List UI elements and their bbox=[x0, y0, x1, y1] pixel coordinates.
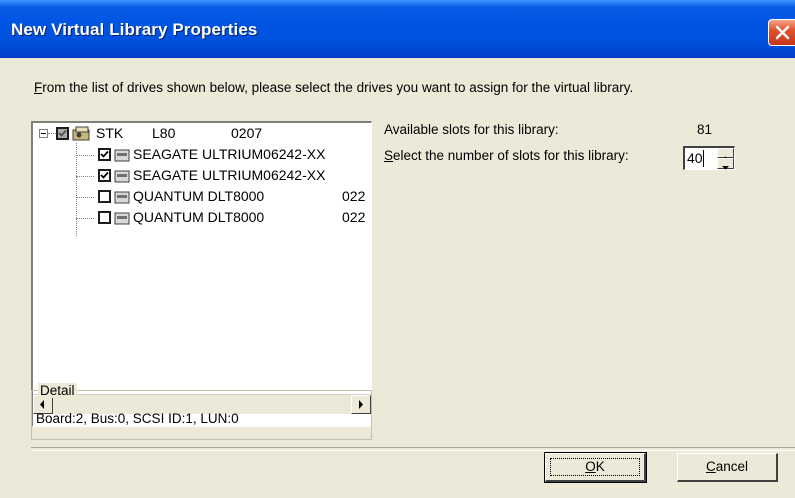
drive-checkbox[interactable] bbox=[98, 148, 111, 161]
drive-tree[interactable]: STK L80 0207 SEAGATE ULTRIUM06242-XX SEA… bbox=[31, 121, 372, 427]
drive-tree-list: STK L80 0207 SEAGATE ULTRIUM06242-XX SEA… bbox=[33, 123, 371, 394]
tape-drive-icon bbox=[114, 191, 130, 204]
tape-drive-icon bbox=[114, 170, 130, 183]
drive-rev: 022 bbox=[342, 209, 366, 225]
available-slots-label: Available slots for this library: bbox=[384, 122, 559, 137]
cancel-accel: C bbox=[705, 459, 716, 474]
instructions-text: From the list of drives shown below, ple… bbox=[34, 80, 633, 95]
window-title: New Virtual Library Properties bbox=[11, 20, 258, 39]
library-icon bbox=[72, 126, 90, 141]
separator bbox=[31, 447, 795, 451]
tree-node-drive[interactable]: SEAGATE ULTRIUM06242-XX bbox=[33, 165, 371, 186]
select-slots-label: Select the number of slots for this libr… bbox=[384, 148, 629, 163]
check-icon bbox=[100, 150, 109, 158]
drive-label: QUANTUM DLT8000 bbox=[133, 209, 265, 225]
arrow-down-icon bbox=[722, 166, 729, 170]
slots-spinner[interactable]: 40 bbox=[683, 146, 735, 170]
drive-checkbox[interactable] bbox=[98, 190, 111, 203]
library-rev: 0207 bbox=[231, 125, 263, 141]
library-model: L80 bbox=[152, 125, 176, 141]
instructions-rest: rom the list of drives shown below, plea… bbox=[42, 80, 634, 95]
drive-label: QUANTUM DLT8000 bbox=[133, 188, 265, 204]
text-caret bbox=[703, 150, 704, 167]
library-name: STK bbox=[96, 125, 124, 141]
drive-label: SEAGATE ULTRIUM06242-XX bbox=[133, 167, 326, 183]
tree-node-drive[interactable]: QUANTUM DLT8000 022 bbox=[33, 207, 371, 228]
spinner-buttons bbox=[717, 148, 734, 170]
slots-input[interactable]: 40 bbox=[687, 150, 703, 166]
detail-group: Detail Board:2, Bus:0, SCSI ID:1, LUN:0 bbox=[31, 383, 372, 440]
drive-checkbox[interactable] bbox=[98, 211, 111, 224]
spin-down-button[interactable] bbox=[717, 158, 734, 170]
dialog-body: From the list of drives shown below, ple… bbox=[0, 58, 795, 498]
tree-node-drive[interactable]: SEAGATE ULTRIUM06242-XX bbox=[33, 144, 371, 165]
tree-node-drive[interactable]: QUANTUM DLT8000 022 bbox=[33, 186, 371, 207]
available-slots-value: 81 bbox=[697, 122, 713, 137]
collapse-icon[interactable] bbox=[39, 129, 48, 138]
cancel-button[interactable]: Cancel bbox=[677, 453, 778, 482]
tape-drive-icon bbox=[114, 212, 130, 225]
dialog-window: New Virtual Library Properties From the … bbox=[0, 0, 795, 498]
drive-checkbox[interactable] bbox=[98, 169, 111, 182]
check-icon bbox=[100, 171, 109, 179]
detail-value: Board:2, Bus:0, SCSI ID:1, LUN:0 bbox=[36, 411, 239, 426]
title-bar[interactable]: New Virtual Library Properties bbox=[0, 0, 795, 58]
spin-up-button[interactable] bbox=[717, 148, 734, 160]
tape-drive-icon bbox=[114, 149, 130, 162]
library-checkbox[interactable] bbox=[56, 127, 69, 140]
tree-node-library[interactable]: STK L80 0207 bbox=[33, 123, 371, 144]
drive-label: SEAGATE ULTRIUM06242-XX bbox=[133, 146, 326, 162]
close-icon bbox=[775, 25, 790, 40]
drive-rev: 022 bbox=[342, 188, 366, 204]
close-button[interactable] bbox=[768, 19, 795, 46]
select-slots-accel: S bbox=[384, 148, 394, 163]
cancel-label-rest: ancel bbox=[715, 459, 749, 474]
select-slots-rest: elect the number of slots for this libra… bbox=[393, 148, 629, 163]
check-icon bbox=[58, 129, 67, 137]
focus-rect bbox=[550, 458, 640, 476]
detail-label: Detail bbox=[38, 383, 77, 398]
instructions-accel: F bbox=[34, 80, 43, 95]
ok-button[interactable]: OK bbox=[544, 452, 647, 483]
